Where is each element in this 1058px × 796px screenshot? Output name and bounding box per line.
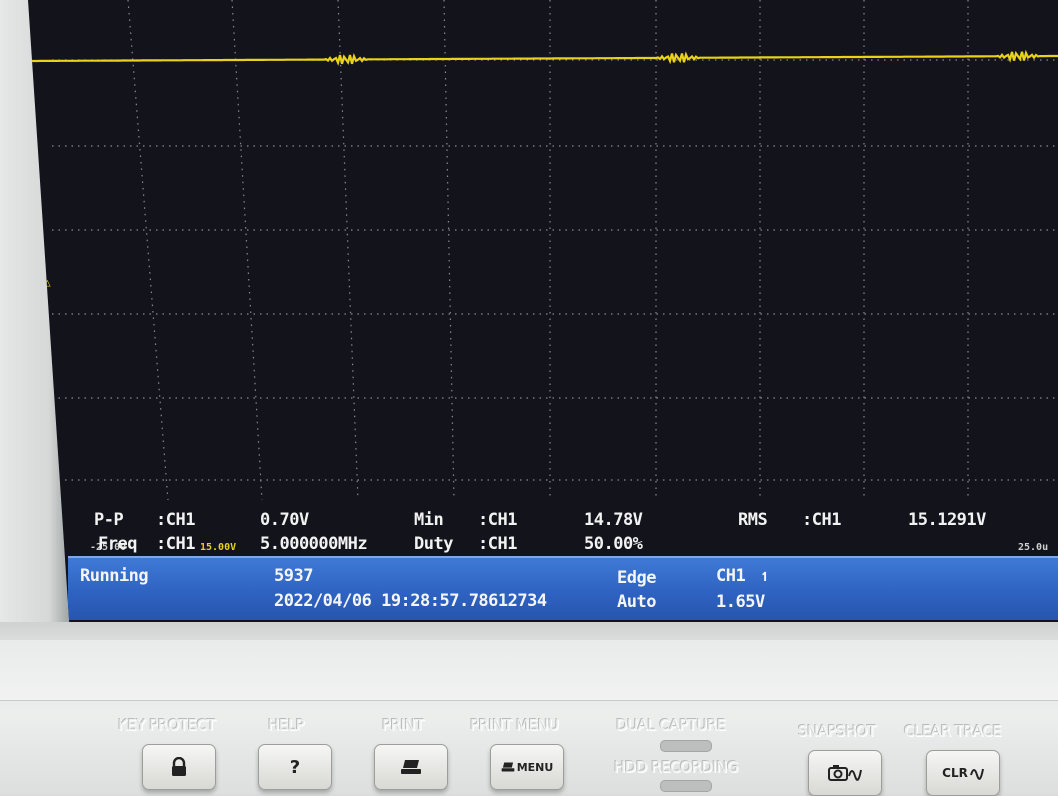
duty-channel: :CH1 xyxy=(478,534,517,554)
pp-label: P-P xyxy=(94,510,124,530)
hdd-recording-label: HDD RECORDING xyxy=(614,758,739,776)
graticule-vline xyxy=(231,0,263,501)
dual-capture-label: DUAL CAPTURE xyxy=(616,716,726,734)
rising-edge-icon: ↿ xyxy=(760,566,770,586)
clear-trace-button[interactable]: CLR xyxy=(926,750,1000,796)
dual-capture-button[interactable] xyxy=(660,740,712,752)
trigger-mode: Auto xyxy=(617,592,656,612)
ch1-waveform-trace xyxy=(30,49,1058,67)
freq-channel: :CH1 xyxy=(156,534,195,554)
acq-count: 5937 xyxy=(274,566,313,586)
rms-label: RMS xyxy=(738,510,768,530)
front-panel-ledge xyxy=(0,640,1058,701)
hdd-recording-button[interactable] xyxy=(660,780,712,792)
print-menu-button-text: MENU xyxy=(516,760,554,774)
trigger-source: CH1 xyxy=(716,566,746,586)
graticule-vline xyxy=(127,0,169,501)
printer-icon xyxy=(501,762,515,772)
trigger-level: 1.65V xyxy=(716,592,765,612)
duty-label: Duty xyxy=(414,534,453,554)
measurement-panel: P-P :CH1 0.70V Min :CH1 14.78V RMS :CH1 … xyxy=(90,508,1058,560)
print-label: PRINT xyxy=(382,716,424,734)
help-button[interactable]: ? xyxy=(258,744,332,790)
timestamp: 2022/04/06 19:28:57.78612734 xyxy=(274,591,547,611)
pp-value: 0.70V xyxy=(260,510,309,530)
print-menu-button[interactable]: MENU xyxy=(490,744,564,790)
camera-icon xyxy=(828,765,862,781)
snapshot-button[interactable] xyxy=(808,750,882,796)
wave-icon xyxy=(969,768,984,780)
key-protect-button[interactable] xyxy=(142,744,216,790)
clear-trace-label: CLEAR TRACE xyxy=(904,722,1002,740)
scope-screen: T△ ⇊ P-P :CH1 0.70V Min :CH1 14.78V RMS … xyxy=(28,0,1058,622)
rms-value: 15.1291V xyxy=(908,510,986,530)
graticule-vline xyxy=(337,0,359,501)
print-menu-label: PRINT MENU xyxy=(470,716,559,734)
graticule xyxy=(52,0,1058,501)
help-button-glyph: ? xyxy=(289,756,301,778)
clear-trace-button-text: CLR xyxy=(942,766,968,780)
freq-value: 5.000000MHz xyxy=(260,534,368,554)
duty-value: 50.00% xyxy=(584,534,643,554)
freq-label: Freq xyxy=(98,534,137,554)
acq-state: Running xyxy=(80,566,149,586)
printer-icon xyxy=(401,760,421,774)
min-value: 14.78V xyxy=(584,510,643,530)
min-channel: :CH1 xyxy=(478,510,517,530)
ch1-scale: 15.00V xyxy=(200,542,237,553)
timebase-label: 25.0u xyxy=(1018,542,1049,553)
status-bar: Running 5937 2022/04/06 19:28:57.7861273… xyxy=(68,556,1058,620)
print-button[interactable] xyxy=(374,744,448,790)
rms-channel: :CH1 xyxy=(802,510,841,530)
snapshot-label: SNAPSHOT xyxy=(798,722,876,740)
trigger-type: Edge xyxy=(617,568,656,588)
graticule-vline xyxy=(443,0,455,501)
min-label: Min xyxy=(414,510,444,530)
key-protect-label: KEY PROTECT xyxy=(118,716,216,734)
pp-channel: :CH1 xyxy=(156,510,195,530)
lock-icon xyxy=(172,757,186,776)
help-label: HELP xyxy=(268,716,305,734)
